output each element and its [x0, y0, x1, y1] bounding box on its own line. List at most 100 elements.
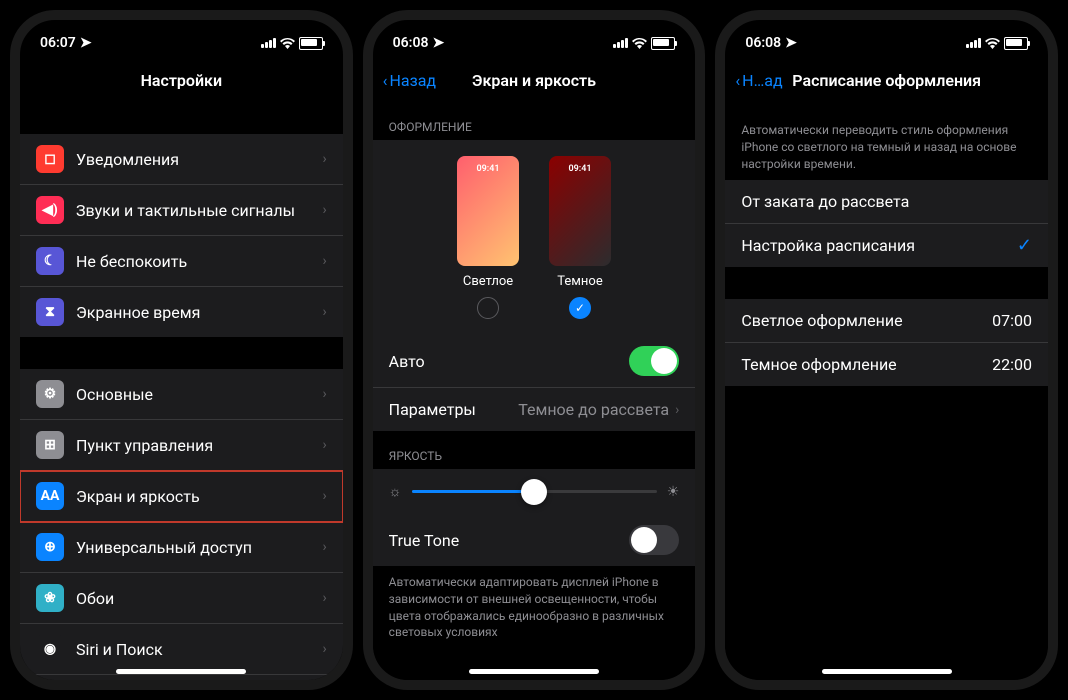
row-icon: ☾ — [36, 247, 64, 275]
wifi-icon — [632, 38, 647, 49]
row-label: Уведомления — [76, 150, 322, 169]
chevron-icon: › — [322, 437, 326, 453]
row-label: Основные — [76, 385, 322, 404]
truetone-toggle[interactable] — [629, 525, 679, 555]
chevron-icon: › — [322, 488, 326, 504]
row-label: Siri и Поиск — [76, 640, 322, 659]
row-label: Звуки и тактильные сигналы — [76, 201, 322, 220]
auto-row: Авто — [373, 335, 696, 388]
clock: 06:07 — [40, 35, 76, 51]
battery-icon — [651, 37, 675, 50]
row-label: Универсальный доступ — [76, 538, 322, 557]
light-time-label: Светлое оформление — [741, 311, 992, 330]
row-icon: ⊕ — [36, 533, 64, 561]
options-value: Темное до рассвета — [518, 400, 669, 419]
dark-time-row[interactable]: Темное оформление 22:00 — [725, 343, 1048, 386]
sunset-sunrise-label: От заката до рассвета — [741, 192, 1032, 211]
dark-radio[interactable] — [569, 297, 591, 319]
row-label: Обои — [76, 589, 322, 608]
page-title: Экран и яркость — [472, 71, 596, 90]
back-label: Назад — [389, 71, 436, 90]
light-time-row[interactable]: Светлое оформление 07:00 — [725, 299, 1048, 343]
settings-row[interactable]: ⧗Экранное время› — [20, 287, 343, 337]
settings-row[interactable]: ⊞Пункт управления› — [20, 420, 343, 471]
row-icon: AA — [36, 482, 64, 510]
home-indicator[interactable] — [469, 669, 599, 674]
location-icon: ➤ — [80, 35, 92, 51]
truetone-label: True Tone — [389, 531, 630, 550]
light-preview — [457, 156, 519, 266]
location-icon: ➤ — [432, 35, 444, 51]
chevron-icon: › — [322, 253, 326, 269]
auto-label: Авто — [389, 352, 630, 371]
notch — [812, 20, 962, 45]
settings-row[interactable]: ❀ Обои› — [20, 573, 343, 624]
light-option[interactable]: Светлое — [457, 156, 519, 319]
row-icon: ◉ — [36, 635, 64, 663]
row-icon: ⧗ — [36, 298, 64, 326]
chevron-icon: › — [322, 151, 326, 167]
settings-row[interactable]: ☾ Не беспокоить› — [20, 236, 343, 287]
row-icon: ◀) — [36, 196, 64, 224]
dark-time-label: Темное оформление — [741, 355, 992, 374]
options-row[interactable]: Параметры Темное до рассвета › — [373, 388, 696, 431]
brightness-slider[interactable] — [412, 490, 657, 493]
settings-row[interactable]: ☺Face ID и код-пароль› — [20, 675, 343, 680]
dark-option[interactable]: Темное — [549, 156, 611, 319]
settings-row[interactable]: ⚙Основные› — [20, 369, 343, 420]
phone-settings: 06:07 ➤ Настройки ◻Уведомления›◀)Звуки и… — [10, 10, 353, 690]
row-icon: ⚙ — [36, 380, 64, 408]
chevron-icon: › — [322, 641, 326, 657]
settings-row[interactable]: ◉ Siri и Поиск› — [20, 624, 343, 675]
chevron-icon: › — [322, 304, 326, 320]
light-time-value: 07:00 — [992, 311, 1032, 330]
sun-low-icon: ☼ — [389, 483, 402, 500]
signal-icon — [613, 38, 628, 48]
custom-schedule-label: Настройка расписания — [741, 236, 1017, 255]
row-label: Не беспокоить — [76, 252, 322, 271]
dark-time-value: 22:00 — [992, 355, 1032, 374]
schedule-settings[interactable]: Автоматически переводить стиль оформлени… — [725, 102, 1048, 680]
settings-row[interactable]: ◻ Уведомления› — [20, 134, 343, 185]
light-radio[interactable] — [477, 297, 499, 319]
sunset-sunrise-row[interactable]: От заката до рассвета — [725, 180, 1048, 224]
clock: 06:08 — [745, 35, 781, 51]
signal-icon — [261, 38, 276, 48]
display-settings[interactable]: ОФОРМЛЕНИЕ Светлое Темное Авто Параметры… — [373, 102, 696, 680]
notch — [106, 20, 256, 45]
nav-bar: ‹ Назад Экран и яркость — [373, 58, 696, 102]
check-icon: ✓ — [1017, 235, 1032, 256]
battery-icon — [299, 37, 323, 50]
appearance-picker: Светлое Темное — [373, 140, 696, 335]
back-label: Н…ад — [742, 71, 782, 90]
chevron-icon: › — [322, 590, 326, 606]
settings-row[interactable]: ◀) Звуки и тактильные сигналы› — [20, 185, 343, 236]
row-label: Экран и яркость — [76, 487, 322, 506]
back-button[interactable]: ‹ Н…ад — [735, 71, 782, 90]
appearance-header: ОФОРМЛЕНИЕ — [373, 102, 696, 140]
light-label: Светлое — [463, 274, 513, 289]
back-button[interactable]: ‹ Назад — [383, 71, 436, 90]
settings-row[interactable]: AA Экран и яркость› — [20, 471, 343, 522]
home-indicator[interactable] — [822, 669, 952, 674]
nav-bar: ‹ Н…ад Расписание оформления — [725, 58, 1048, 102]
row-label: Пункт управления — [76, 436, 322, 455]
dark-preview — [549, 156, 611, 266]
phone-display-brightness: 06:08 ➤ ‹ Назад Экран и яркость ОФОРМЛЕН… — [363, 10, 706, 690]
custom-schedule-row[interactable]: Настройка расписания ✓ — [725, 224, 1048, 267]
wifi-icon — [280, 38, 295, 49]
row-icon: ◻ — [36, 145, 64, 173]
brightness-slider-row: ☼ ☀ — [373, 469, 696, 514]
auto-toggle[interactable] — [629, 346, 679, 376]
truetone-footer: Автоматически адаптировать дисплей iPhon… — [373, 566, 696, 649]
settings-list[interactable]: ◻Уведомления›◀)Звуки и тактильные сигнал… — [20, 102, 343, 680]
page-title: Расписание оформления — [792, 71, 981, 90]
notch — [459, 20, 609, 45]
settings-row[interactable]: ⊕Универсальный доступ› — [20, 522, 343, 573]
options-label: Параметры — [389, 400, 519, 419]
brightness-header: ЯРКОСТЬ — [373, 431, 696, 469]
row-icon: ❀ — [36, 584, 64, 612]
battery-icon — [1004, 37, 1028, 50]
chevron-icon: › — [322, 202, 326, 218]
home-indicator[interactable] — [116, 669, 246, 674]
